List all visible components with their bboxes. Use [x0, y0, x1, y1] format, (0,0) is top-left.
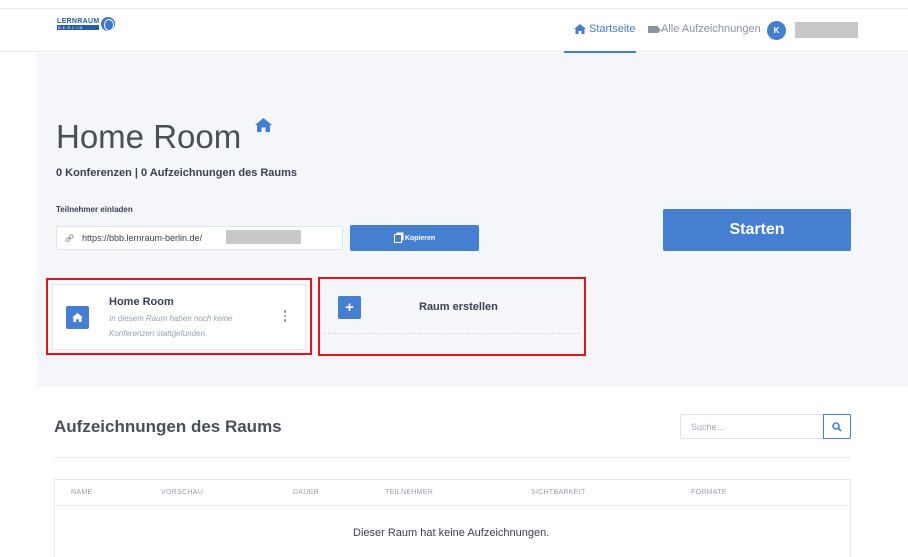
- section-divider: [54, 457, 851, 458]
- copy-button[interactable]: Kopieren: [350, 225, 479, 251]
- invite-url-value: https://bbb.lernraum-berlin.de/: [82, 233, 203, 243]
- column-header-formate[interactable]: FORMATE: [691, 489, 727, 496]
- nav-aufzeichnungen-label: Alle Aufzeichnungen: [661, 23, 761, 35]
- video-camera-icon: [648, 25, 661, 33]
- invite-url-redacted: [226, 230, 301, 244]
- empty-recordings-message: Dieser Raum hat keine Aufzeichnungen.: [353, 527, 550, 539]
- logo-subtext: BERLIN: [57, 25, 100, 30]
- column-header-dauer[interactable]: DAUER: [293, 489, 319, 496]
- search-input[interactable]: Suche...: [680, 414, 824, 439]
- nav-startseite-label: Startseite: [589, 23, 636, 35]
- column-header-vorschau[interactable]: VORSCHAU: [161, 489, 203, 496]
- link-icon: [65, 233, 74, 242]
- start-button[interactable]: Starten: [663, 209, 851, 251]
- nav-alle-aufzeichnungen-link[interactable]: Alle Aufzeichnungen: [648, 23, 761, 35]
- user-avatar[interactable]: K: [767, 21, 786, 40]
- highlight-box-home-room: [46, 278, 312, 355]
- highlight-box-create-room: [318, 277, 586, 356]
- room-stats: 0 Konferenzen | 0 Aufzeichnungen des Rau…: [56, 167, 298, 179]
- search-icon: [832, 421, 842, 432]
- recordings-title: Aufzeichnungen des Raums: [54, 417, 282, 436]
- table-header-divider: [55, 505, 850, 506]
- home-icon: [574, 24, 586, 34]
- column-header-teilnehmer[interactable]: TEILNEHMER: [385, 489, 433, 496]
- home-icon: [255, 118, 272, 132]
- copy-button-label: Kopieren: [404, 234, 436, 242]
- page-title: Home Room: [56, 118, 242, 155]
- invite-label: Teilnehmer einladen: [56, 205, 133, 214]
- copy-icon: [393, 233, 402, 243]
- username-redacted[interactable]: [795, 22, 858, 38]
- column-header-sichtbarkeit[interactable]: SICHTBARKEIT: [531, 489, 586, 496]
- nav-startseite-link[interactable]: Startseite: [574, 23, 635, 35]
- column-header-name[interactable]: NAME: [71, 489, 92, 496]
- lernraum-logo[interactable]: LERNRAUM BERLIN: [57, 17, 116, 31]
- logo-text: LERNRAUM: [57, 18, 100, 25]
- search-button[interactable]: [823, 414, 851, 439]
- globe-icon: [101, 17, 116, 31]
